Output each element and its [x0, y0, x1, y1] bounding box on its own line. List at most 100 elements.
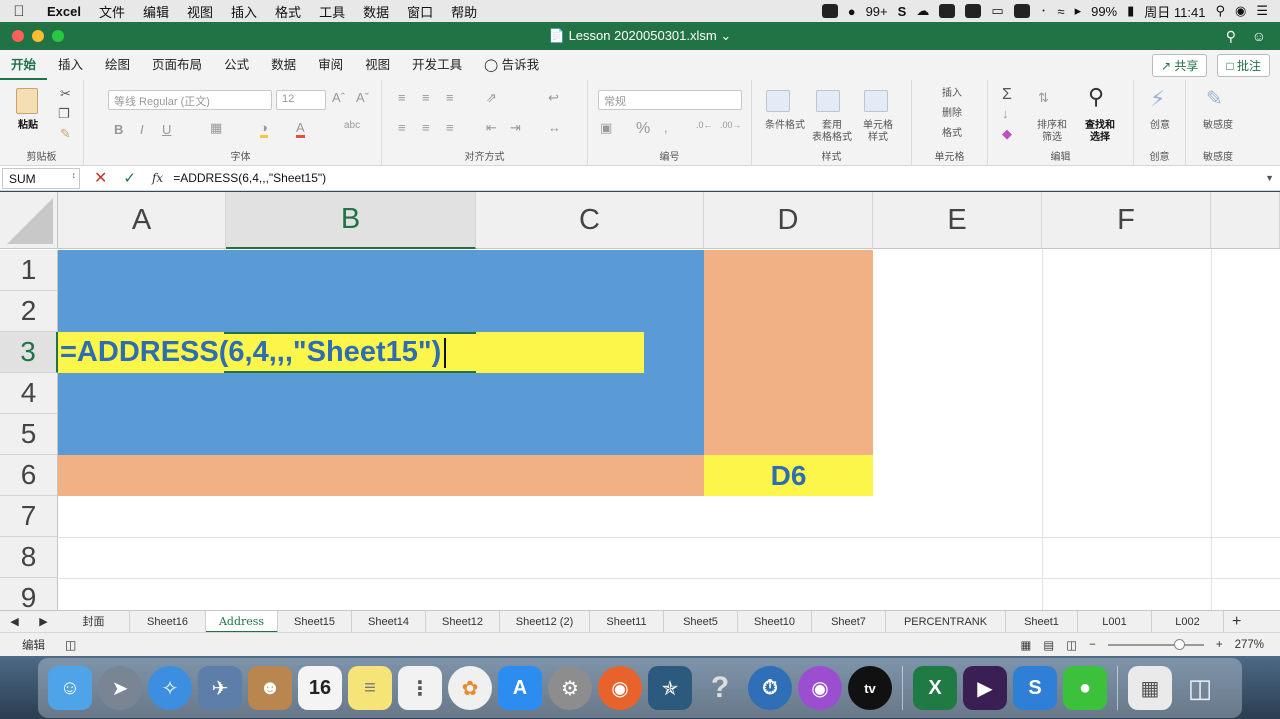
formula-input[interactable]: =ADDRESS(6,4,,,"Sheet15")	[173, 171, 326, 185]
menu-insert[interactable]: 插入	[222, 2, 266, 21]
safari-icon[interactable]: ✧	[148, 666, 192, 710]
align-right-icon[interactable]: ≡	[446, 120, 454, 135]
zoom-out-icon[interactable]: −	[1089, 639, 1096, 651]
tab-developer[interactable]: 开发工具	[401, 50, 473, 80]
finder-icon[interactable]: ☺	[48, 666, 92, 710]
insert-function-icon[interactable]: fx	[152, 171, 163, 185]
sheet-tab[interactable]: L001	[1078, 610, 1152, 633]
zoom-in-icon[interactable]: +	[1216, 639, 1223, 651]
increase-decimal-icon[interactable]: .0←	[696, 120, 713, 130]
sheet-tab[interactable]: L002	[1152, 610, 1224, 633]
sensitivity-button[interactable]: 敏感度	[1192, 120, 1244, 132]
sheet-tab[interactable]: Sheet16	[130, 610, 206, 633]
apple-tv-icon[interactable]: tv	[848, 666, 892, 710]
sheet-tab[interactable]: Sheet12 (2)	[500, 610, 590, 633]
title-user-icon[interactable]: ☺	[1252, 28, 1266, 44]
add-sheet-icon[interactable]: +	[1232, 613, 1241, 631]
col-header-c[interactable]: C	[476, 192, 704, 249]
col-header-b[interactable]: B	[226, 192, 476, 249]
wifi-icon[interactable]: ≈	[1057, 4, 1064, 19]
tab-view[interactable]: 视图	[354, 50, 401, 80]
tab-formulas[interactable]: 公式	[213, 50, 260, 80]
share-button[interactable]: ↗ 共享	[1151, 53, 1208, 77]
percent-icon[interactable]: %	[636, 120, 650, 138]
fill-icon[interactable]: ↓	[1002, 106, 1009, 121]
row-header-6[interactable]: 6	[0, 455, 58, 496]
cell-styles-icon[interactable]	[864, 90, 888, 112]
menu-edit[interactable]: 编辑	[134, 2, 178, 21]
tab-insert[interactable]: 插入	[47, 50, 94, 80]
calendar-icon[interactable]: 16	[298, 666, 342, 710]
sheet-tab[interactable]: PERCENTRANK	[886, 610, 1006, 633]
wrap-text-icon[interactable]: ↩	[548, 90, 559, 106]
sheet-tab-active[interactable]: Address	[206, 610, 278, 633]
keyboard-icon[interactable]	[821, 4, 838, 18]
recent-document-icon[interactable]: ▦	[1128, 666, 1172, 710]
zoom-level[interactable]: 277%	[1235, 639, 1264, 651]
row-header-1[interactable]: 1	[0, 250, 58, 291]
orange-fill-col-d[interactable]	[704, 250, 873, 455]
menu-view[interactable]: 视图	[178, 2, 222, 21]
align-center-icon[interactable]: ≡	[422, 120, 430, 135]
activity-monitor-icon[interactable]: ⏱	[748, 666, 792, 710]
launchpad-icon[interactable]: ➤	[98, 666, 142, 710]
help-icon[interactable]: ?	[698, 666, 742, 710]
cancel-entry-icon[interactable]: ✕	[94, 168, 107, 188]
align-bottom-icon[interactable]: ≡	[446, 90, 454, 105]
align-top-icon[interactable]: ≡	[398, 90, 406, 105]
find-select-line1[interactable]: 查找和	[1080, 120, 1120, 132]
accessibility-icon[interactable]: ◫	[65, 638, 76, 652]
cloud-icon[interactable]: ☁	[916, 3, 929, 19]
sheet-tab[interactable]: Sheet15	[278, 610, 352, 633]
font-name-select[interactable]: 等线 Regular (正文)	[108, 90, 272, 110]
zoom-slider[interactable]	[1107, 638, 1204, 650]
grid-tray-icon[interactable]	[965, 4, 982, 18]
sheet-tab[interactable]: 封面	[58, 610, 130, 633]
trash-icon[interactable]: ◫	[1178, 666, 1222, 710]
battery-icon[interactable]: ▮	[1127, 3, 1134, 19]
insert-cells-button[interactable]: 插入	[922, 88, 982, 100]
decrease-decimal-icon[interactable]: .00→	[720, 120, 742, 130]
reminders-icon[interactable]: ⋮	[398, 666, 442, 710]
col-header-a[interactable]: A	[58, 192, 226, 249]
sort-filter-line2[interactable]: 筛选	[1032, 132, 1072, 144]
phonetic-icon[interactable]: abc	[344, 120, 360, 131]
page-break-view-icon[interactable]: ◫	[1066, 638, 1077, 652]
system-preferences-icon[interactable]: ⚙	[548, 666, 592, 710]
find-select-line2[interactable]: 选择	[1080, 132, 1120, 144]
orange-fill-row6[interactable]	[58, 455, 704, 496]
volume-icon[interactable]: ▸	[1075, 3, 1082, 19]
decrease-font-icon[interactable]: Aˇ	[356, 90, 369, 105]
prev-sheet-icon[interactable]: ◀	[10, 615, 18, 628]
format-cells-button[interactable]: 格式	[922, 128, 982, 140]
row-header-9[interactable]: 9	[0, 578, 58, 610]
apple-icon[interactable]: 	[0, 3, 38, 20]
row-header-7[interactable]: 7	[0, 496, 58, 537]
menu-data[interactable]: 数据	[354, 2, 398, 21]
bluetooth-icon[interactable]: ᛫	[1040, 4, 1048, 19]
comments-button[interactable]: □ 批注	[1217, 53, 1270, 77]
zoom-slider-thumb[interactable]	[1173, 638, 1185, 650]
airplay-icon[interactable]: ▭	[991, 3, 1003, 19]
worksheet-grid[interactable]: A B C D E F 1 2 3 4 5 6 7 8 9 =ADDRESS(6…	[0, 192, 1280, 610]
orientation-icon[interactable]: ⇗	[486, 90, 497, 106]
cut-icon[interactable]: ✂	[60, 86, 71, 102]
tab-home[interactable]: 开始	[0, 50, 48, 80]
sheet-tab[interactable]: Sheet1	[1006, 610, 1078, 633]
next-sheet-icon[interactable]: ▶	[39, 615, 47, 628]
cell-styles-line1[interactable]: 单元格	[858, 120, 898, 132]
align-middle-icon[interactable]: ≡	[422, 90, 430, 105]
spotlight-icon[interactable]: ⚲	[1215, 3, 1225, 19]
find-select-icon[interactable]: ⚲	[1088, 84, 1104, 110]
copy-icon[interactable]: ❐	[58, 106, 70, 122]
firefox-icon[interactable]: ◉	[598, 666, 642, 710]
photos-icon[interactable]: ✿	[448, 666, 492, 710]
format-as-table-line1[interactable]: 套用	[810, 120, 854, 132]
row-header-5[interactable]: 5	[0, 414, 58, 455]
row-header-4[interactable]: 4	[0, 373, 58, 414]
tab-draw[interactable]: 绘图	[94, 50, 141, 80]
active-cell-editor[interactable]: =ADDRESS(6,4,,,"Sheet15")	[58, 332, 644, 373]
col-header-blank[interactable]	[1211, 192, 1280, 249]
col-header-d[interactable]: D	[704, 192, 873, 249]
sort-filter-icon[interactable]: ⇅	[1038, 90, 1049, 106]
